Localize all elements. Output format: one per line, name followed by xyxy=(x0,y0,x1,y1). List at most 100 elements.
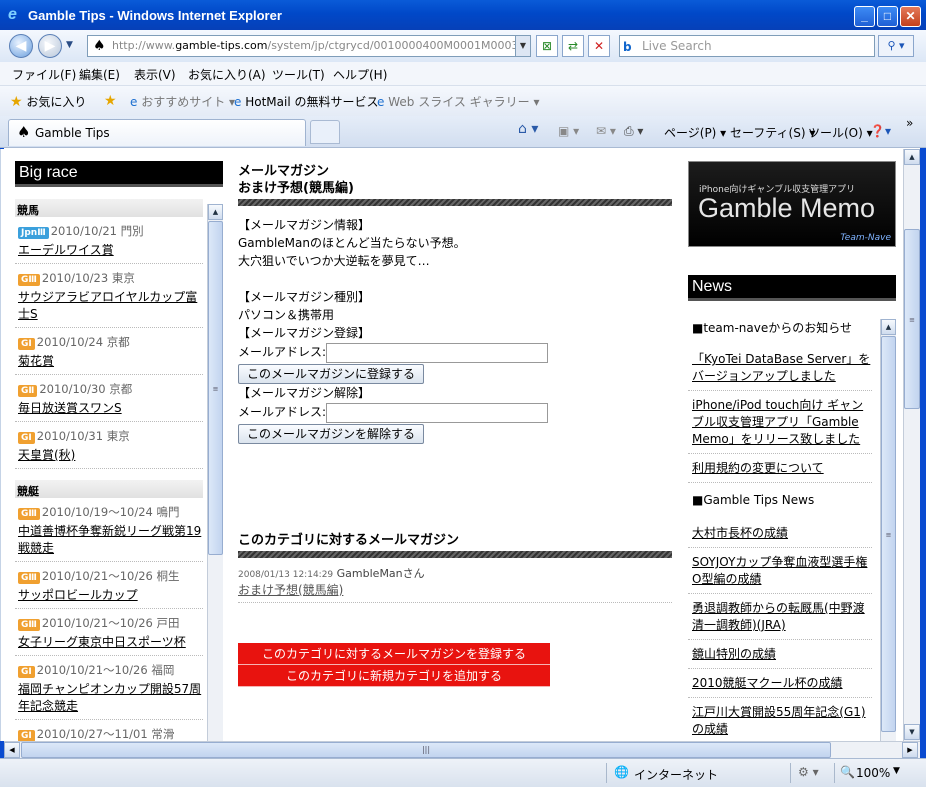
scroll-up-arrow-icon[interactable]: ▲ xyxy=(208,204,223,220)
suggested-sites-link[interactable]: e おすすめサイト ▾ xyxy=(130,93,235,110)
history-dropdown-icon[interactable]: ▼ xyxy=(66,40,73,50)
news-link[interactable]: 大村市長杯の成績 xyxy=(688,519,872,548)
h-scroll-thumb[interactable]: ||| xyxy=(21,742,831,758)
news-link[interactable]: iPhone/iPod touch向け ギャンブル収支管理アプリ「Gamble … xyxy=(688,391,872,454)
page-menu[interactable]: ページ(P) ▾ xyxy=(664,124,726,141)
favorites-button[interactable]: ★ お気に入り xyxy=(10,93,86,110)
register-category-mailmag-button[interactable]: このカテゴリに対するメールマガジンを登録する xyxy=(238,643,550,665)
post-meta: 2008/01/13 12:14:29 GambleManさん xyxy=(238,565,672,581)
refresh-icon[interactable]: ⇄ xyxy=(562,35,584,57)
race-name-link[interactable]: 福岡チャンピオンカップ開設57周年記念競走 xyxy=(18,680,203,714)
register-button[interactable]: このメールマガジンに登録する xyxy=(238,364,425,384)
news-scrollbar[interactable]: ▲ ≡ xyxy=(880,319,896,741)
tab-gamble-tips[interactable]: ♠ Gamble Tips xyxy=(8,119,306,146)
gamble-memo-banner[interactable]: iPhone向けギャンブル収支管理アプリ Gamble Memo Team-Na… xyxy=(688,161,896,247)
page-horizontal-scrollbar[interactable]: ◀ ||| ▶ xyxy=(4,741,920,758)
race-meta: GⅠ 2010/10/21～10/26 福岡 xyxy=(18,662,203,678)
race-list-scrollbar[interactable]: ▲ ≡ xyxy=(207,204,223,741)
news-link[interactable]: 鏡山特別の成績 xyxy=(688,640,872,669)
news-link[interactable]: 勇退調教師からの転厩馬(中野渡清一調教師)(JRA) xyxy=(688,594,872,640)
menu-edit[interactable]: 編集(E) xyxy=(79,66,120,83)
scroll-up-arrow-icon[interactable]: ▲ xyxy=(881,319,896,335)
scroll-thumb[interactable]: ≡ xyxy=(881,336,896,732)
news-link[interactable]: SOYJOYカップ争奪血液型選手権O型編の成績 xyxy=(688,548,872,594)
search-button[interactable]: ⚲ ▾ xyxy=(878,35,914,57)
scroll-thumb[interactable]: ≡ xyxy=(208,221,223,555)
back-button[interactable]: ◀ xyxy=(9,34,33,58)
protected-mode-icon[interactable]: ⚙ ▾ xyxy=(798,765,819,779)
maximize-button[interactable]: □ xyxy=(877,6,898,27)
race-place: 桐生 xyxy=(156,569,180,583)
new-tab-button[interactable] xyxy=(310,120,340,144)
register-email-field[interactable] xyxy=(326,342,549,363)
feeds-icon[interactable]: ▣ ▾ xyxy=(558,124,579,138)
scroll-down-arrow-icon[interactable]: ▼ xyxy=(904,724,920,740)
menu-favorites[interactable]: お気に入り(A) xyxy=(188,66,266,83)
forward-button[interactable]: ▶ xyxy=(38,34,62,58)
hotmail-link[interactable]: e HotMail の無料サービス xyxy=(234,93,378,110)
page-scroll-track[interactable]: ▲ ≡ ▼ xyxy=(904,149,920,741)
race-name-link[interactable]: サッポロビールカップ xyxy=(18,586,203,603)
add-category-button[interactable]: このカテゴリに新規カテゴリを追加する xyxy=(238,665,550,687)
race-date: 2010/10/31 xyxy=(36,429,104,443)
zoom-dropdown-icon[interactable]: ▼ xyxy=(893,766,900,776)
stop-icon[interactable]: ✕ xyxy=(588,35,610,57)
news-link[interactable]: 利用規約の変更について xyxy=(688,454,872,483)
news-section-gamble-tips: ■Gamble Tips News xyxy=(692,493,815,507)
race-item: GⅠ 2010/10/21～10/26 福岡福岡チャンピオンカップ開設57周年記念… xyxy=(15,656,203,720)
news-link[interactable]: 「KyoTei DataBase Server」をバージョンアップしました xyxy=(688,345,872,391)
race-item: GⅢ 2010/10/21～10/26 桐生 サッポロビールカップ xyxy=(15,562,203,609)
address-dropdown-button[interactable]: ▼ xyxy=(515,36,530,56)
unregister-email-field[interactable] xyxy=(326,402,549,423)
news-link[interactable]: 2010競艇マクール杯の成績 xyxy=(688,669,872,698)
compatibility-view-icon[interactable]: ⊠ xyxy=(536,35,558,57)
race-name-link[interactable]: 中道善博杯争奪新鋭リーグ戦第19戦競走 xyxy=(18,522,203,556)
race-name-link[interactable]: サウジアラビアロイヤルカップ富士S xyxy=(18,288,203,322)
info-line2: 大穴狙いでいつか大逆転を夢見て… xyxy=(238,254,430,268)
print-icon[interactable]: ⎙ ▾ xyxy=(624,124,643,139)
web-slice-gallery-link[interactable]: e Web スライス ギャラリー ▾ xyxy=(377,93,540,110)
unregister-button[interactable]: このメールマガジンを解除する xyxy=(238,424,425,444)
category-label: 競馬 xyxy=(15,199,203,217)
race-item: GⅢ 2010/10/19～10/24 鳴門 中道善博杯争奪新鋭リーグ戦第19戦競走 xyxy=(15,498,203,562)
post-link[interactable]: おまけ予想(競馬編) xyxy=(238,581,672,598)
search-input[interactable]: b Live Search xyxy=(619,35,875,57)
race-name-link[interactable]: エーデルワイス賞 xyxy=(18,241,203,258)
address-bar[interactable]: ♠ http://www.gamble-tips.com/system/jp/ct… xyxy=(87,35,531,57)
help-icon[interactable]: ❓▾ xyxy=(870,124,891,138)
minimize-button[interactable]: _ xyxy=(854,6,875,27)
page-vertical-scrollbar[interactable]: ▲ ≡ ▼ xyxy=(903,149,920,741)
tab-title: Gamble Tips xyxy=(35,126,110,140)
close-button[interactable]: ✕ xyxy=(900,6,921,27)
info-line1: GambleManのほとんど当たらない予想。 xyxy=(238,236,466,250)
race-date: 2010/10/21 xyxy=(50,224,118,238)
chevron-more-icon[interactable]: » xyxy=(906,116,913,130)
menu-view[interactable]: 表示(V) xyxy=(134,66,176,83)
grade-badge: GⅢ xyxy=(18,274,40,286)
scroll-up-arrow-icon[interactable]: ▲ xyxy=(904,149,920,165)
race-name-link[interactable]: 毎日放送賞スワンS xyxy=(18,399,203,416)
news-link[interactable]: 江戸川大賞開設55周年記念(G1)の成績 xyxy=(688,698,872,741)
add-favorite-icon[interactable]: ★ xyxy=(104,93,117,109)
race-list: 競馬 JpnⅢ 2010/10/21 門別 エーデルワイス賞 GⅢ 2010/10/23… xyxy=(15,199,223,741)
race-name-link[interactable]: 菊花賞 xyxy=(18,352,203,369)
home-icon[interactable]: ⌂ ▾ xyxy=(518,121,538,137)
menu-help[interactable]: ヘルプ(H) xyxy=(333,66,387,83)
site-favicon-icon: ♠ xyxy=(93,38,106,54)
page-scroll-thumb[interactable]: ≡ xyxy=(904,229,920,409)
race-item: GⅢ 2010/10/21～10/26 戸田 女子リーグ東京中日スポーツ杯 xyxy=(15,609,203,656)
menu-tools[interactable]: ツール(T) xyxy=(272,66,325,83)
magnifier-icon: ⚲ ▾ xyxy=(887,39,905,52)
safety-menu[interactable]: セーフティ(S) ▾ xyxy=(730,124,815,141)
tools-menu[interactable]: ツール(O) ▾ xyxy=(808,124,873,141)
scroll-right-arrow-icon[interactable]: ▶ xyxy=(902,742,918,758)
scroll-left-arrow-icon[interactable]: ◀ xyxy=(4,742,20,758)
race-name-link[interactable]: 女子リーグ東京中日スポーツ杯 xyxy=(18,633,203,650)
zoom-level[interactable]: 100% xyxy=(856,766,890,780)
mail-icon[interactable]: ✉ ▾ xyxy=(596,124,616,138)
race-place: 京都 xyxy=(109,382,133,396)
race-name-link[interactable]: 天皇賞(秋) xyxy=(18,446,203,463)
spade-icon: ♠ xyxy=(17,123,31,141)
menu-file[interactable]: ファイル(F) xyxy=(12,66,76,83)
